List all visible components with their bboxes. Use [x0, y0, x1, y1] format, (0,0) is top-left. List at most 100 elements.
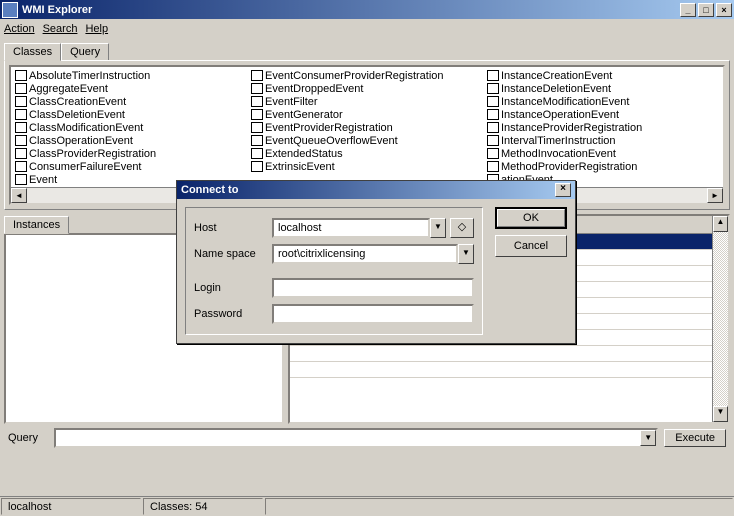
grid-row[interactable]	[290, 362, 728, 378]
namespace-label: Name space	[194, 248, 272, 260]
class-label: EventProviderRegistration	[265, 122, 393, 134]
class-item[interactable]: AbsoluteTimerInstruction	[13, 69, 249, 82]
class-item[interactable]: ConsumerFailureEvent	[13, 160, 249, 173]
titlebar: WMI Explorer _ □ ×	[0, 0, 734, 19]
scroll-right-button[interactable]: ►	[707, 188, 723, 203]
status-empty	[265, 498, 733, 515]
status-host: localhost	[1, 498, 141, 515]
class-icon	[15, 83, 27, 94]
tab-query[interactable]: Query	[61, 43, 109, 60]
scroll-left-button[interactable]: ◄	[11, 188, 27, 203]
class-item[interactable]: EventGenerator	[249, 108, 485, 121]
scroll-up-button[interactable]: ▲	[713, 216, 728, 232]
class-icon	[487, 135, 499, 146]
host-dropdown-button[interactable]: ▼	[430, 218, 446, 238]
class-icon	[487, 83, 499, 94]
class-label: IntervalTimerInstruction	[501, 135, 616, 147]
class-item[interactable]: IntervalTimerInstruction	[485, 134, 721, 147]
class-label: ClassProviderRegistration	[29, 148, 156, 160]
class-label: EventFilter	[265, 96, 318, 108]
class-label: ExtrinsicEvent	[265, 161, 335, 173]
status-classes: Classes: 54	[143, 498, 263, 515]
scroll-track[interactable]	[713, 232, 728, 406]
class-label: MethodProviderRegistration	[501, 161, 637, 173]
dialog-close-button[interactable]: ×	[555, 183, 571, 197]
class-label: ClassDeletionEvent	[29, 109, 125, 121]
tab-classes[interactable]: Classes	[4, 43, 61, 61]
browse-icon[interactable]: ◇	[450, 218, 474, 238]
host-input[interactable]	[272, 218, 430, 238]
class-item[interactable]: ClassDeletionEvent	[13, 108, 249, 121]
login-input[interactable]	[272, 278, 474, 298]
class-item[interactable]: ExtendedStatus	[249, 147, 485, 160]
class-icon	[487, 96, 499, 107]
menu-help[interactable]: Help	[85, 23, 108, 35]
class-icon	[251, 96, 263, 107]
class-label: EventGenerator	[265, 109, 343, 121]
class-icon	[251, 161, 263, 172]
grid-row[interactable]	[290, 346, 728, 362]
class-icon	[15, 109, 27, 120]
class-label: EventDroppedEvent	[265, 83, 363, 95]
class-icon	[15, 135, 27, 146]
class-icon	[251, 109, 263, 120]
class-label: ClassCreationEvent	[29, 96, 126, 108]
query-label: Query	[8, 432, 48, 444]
query-dropdown-button[interactable]: ▼	[640, 430, 656, 446]
main-tabs: Classes Query	[0, 41, 734, 60]
scroll-down-button[interactable]: ▼	[713, 406, 728, 422]
password-label: Password	[194, 308, 272, 320]
class-label: InstanceDeletionEvent	[501, 83, 611, 95]
class-item[interactable]: InstanceCreationEvent	[485, 69, 721, 82]
class-label: AggregateEvent	[29, 83, 108, 95]
class-icon	[15, 70, 27, 81]
execute-button[interactable]: Execute	[664, 429, 726, 447]
class-item[interactable]: ClassCreationEvent	[13, 95, 249, 108]
statusbar: localhost Classes: 54	[0, 496, 734, 516]
close-button[interactable]: ×	[716, 3, 732, 17]
class-item[interactable]: EventConsumerProviderRegistration	[249, 69, 485, 82]
class-label: ClassModificationEvent	[29, 122, 143, 134]
class-item[interactable]: InstanceModificationEvent	[485, 95, 721, 108]
class-icon	[15, 96, 27, 107]
namespace-dropdown-button[interactable]: ▼	[458, 244, 474, 264]
class-item[interactable]: EventFilter	[249, 95, 485, 108]
class-item[interactable]: AggregateEvent	[13, 82, 249, 95]
tab-instances[interactable]: Instances	[4, 216, 69, 234]
window-title: WMI Explorer	[22, 4, 680, 16]
class-label: ClassOperationEvent	[29, 135, 133, 147]
class-icon	[251, 83, 263, 94]
class-item[interactable]: MethodProviderRegistration	[485, 160, 721, 173]
cancel-button[interactable]: Cancel	[495, 235, 567, 257]
app-icon	[2, 2, 18, 18]
vscrollbar[interactable]: ▲ ▼	[712, 216, 728, 422]
class-label: InstanceCreationEvent	[501, 70, 612, 82]
class-item[interactable]: InstanceDeletionEvent	[485, 82, 721, 95]
class-icon	[251, 70, 263, 81]
class-item[interactable]: ClassProviderRegistration	[13, 147, 249, 160]
class-item[interactable]: InstanceOperationEvent	[485, 108, 721, 121]
class-icon	[15, 174, 27, 185]
class-item[interactable]: InstanceProviderRegistration	[485, 121, 721, 134]
class-label: MethodInvocationEvent	[501, 148, 616, 160]
class-item[interactable]: ClassOperationEvent	[13, 134, 249, 147]
menu-search[interactable]: Search	[43, 23, 78, 35]
class-item[interactable]: EventDroppedEvent	[249, 82, 485, 95]
maximize-button[interactable]: □	[698, 3, 714, 17]
minimize-button[interactable]: _	[680, 3, 696, 17]
ok-button[interactable]: OK	[495, 207, 567, 229]
namespace-input[interactable]	[272, 244, 458, 264]
class-item[interactable]: EventProviderRegistration	[249, 121, 485, 134]
class-icon	[15, 148, 27, 159]
class-icon	[487, 109, 499, 120]
class-item[interactable]: ClassModificationEvent	[13, 121, 249, 134]
login-label: Login	[194, 282, 272, 294]
class-item[interactable]: ExtrinsicEvent	[249, 160, 485, 173]
class-item[interactable]: EventQueueOverflowEvent	[249, 134, 485, 147]
dialog-titlebar[interactable]: Connect to ×	[177, 181, 575, 199]
password-input[interactable]	[272, 304, 474, 324]
menu-action[interactable]: Action	[4, 23, 35, 35]
class-item[interactable]: MethodInvocationEvent	[485, 147, 721, 160]
class-label: InstanceOperationEvent	[501, 109, 619, 121]
query-input[interactable]	[56, 430, 640, 446]
